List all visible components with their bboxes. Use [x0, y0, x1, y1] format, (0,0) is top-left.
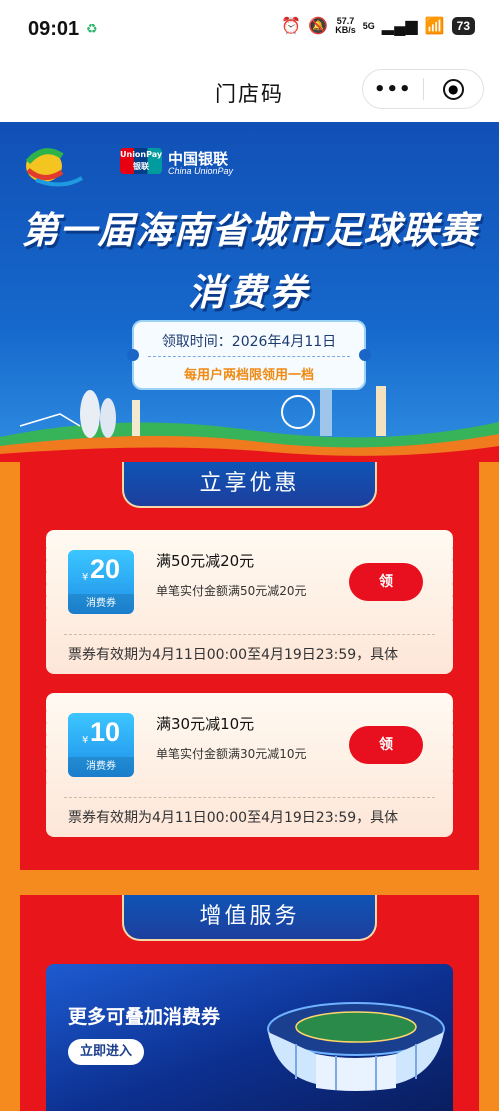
coupon-description: 单笔实付金额满30元减10元 — [156, 747, 307, 761]
claim-limit: 每用户两档限领用一档 — [183, 368, 314, 383]
unionpay-logo-line1: UnionPay — [120, 150, 162, 159]
offers-section-header: 立享优惠 — [122, 462, 377, 508]
status-bar: 09:01 ♻ ⏰ 🔕 57.7 KB/s 5G ▂▄▆ 📶 73 — [0, 0, 499, 60]
claim-button[interactable]: 领 — [349, 726, 423, 764]
claim-button[interactable]: 领 — [349, 563, 423, 601]
mini-program-capsule: ••• ● — [362, 69, 484, 109]
coupon-notch — [42, 693, 50, 789]
coupon-description: 单笔实付金额满50元减20元 — [156, 584, 307, 598]
coupon-badge: 消费券 — [68, 594, 134, 614]
more-coupons-card[interactable]: 更多可叠加消费券 立即进入 — [46, 964, 453, 1111]
coupon-title: 满50元减20元 — [156, 552, 255, 570]
banner-subtitle: 消费券 — [188, 270, 311, 314]
status-time: 09:01 — [28, 18, 80, 40]
service-card-title: 更多可叠加消费券 — [68, 1006, 221, 1028]
unionpay-en: China UnionPay — [168, 166, 234, 176]
claim-time: 领取时间：2026年4月11日 — [161, 334, 337, 350]
info-divider — [148, 356, 350, 357]
coupon-amount: 10 — [90, 717, 121, 747]
network-speed: 57.7 KB/s — [335, 17, 356, 35]
offers-panel: 立享优惠 ¥ 20 消费券 满50元减20元 单笔实付金额满50元减20元 领 … — [20, 462, 479, 870]
more-icon[interactable]: ••• — [363, 79, 423, 100]
signal-icon: ▂▄▆ — [381, 18, 418, 35]
speed-unit: KB/s — [335, 25, 356, 35]
battery-icon: 73 — [451, 17, 475, 35]
mute-icon: 🔕 — [308, 18, 329, 35]
coupon-ticket: ¥ 10 消费券 — [68, 713, 134, 777]
coupon-card: ¥ 10 消费券 满30元减10元 单笔实付金额满30元减10元 领 票券有效期… — [42, 693, 457, 837]
coupon-ticket: ¥ 20 消费券 — [68, 550, 134, 614]
coupon-badge: 消费券 — [68, 757, 134, 777]
coupon-notch — [449, 693, 457, 789]
wifi-icon: 📶 — [424, 18, 445, 35]
claim-info-box: 领取时间：2026年4月11日 每用户两档限领用一档 — [127, 320, 371, 390]
close-icon[interactable]: ● — [424, 78, 484, 100]
coupon-notch — [449, 530, 457, 626]
services-section-header: 增值服务 — [122, 895, 377, 941]
coupon-amount: 20 — [90, 554, 121, 584]
coupon-validity: 票券有效期为4月11日00:00至4月19日23:59，具体 — [68, 647, 399, 663]
coupon-notch — [42, 530, 50, 626]
promo-banner: UnionPay 银联 中国银联 China UnionPay 第一届海南省城市… — [0, 122, 499, 462]
coupon-card: ¥ 20 消费券 满50元减20元 单笔实付金额满50元减20元 领 票券有效期… — [42, 530, 457, 674]
network-type: 5G — [362, 20, 375, 31]
unionpay-logo-line2: 银联 — [133, 162, 149, 171]
services-panel: 增值服务 更多可叠加消费券 立即进入 — [20, 895, 479, 1111]
coupon-currency: ¥ — [82, 572, 89, 583]
coupon-divider — [64, 797, 435, 798]
coupon-divider — [64, 634, 435, 635]
alarm-icon: ⏰ — [281, 18, 302, 35]
title-bar: 门店码 ••• ● — [0, 60, 499, 122]
hainan-logo — [25, 148, 84, 187]
stadium-illustration — [267, 1002, 445, 1091]
enter-now-button[interactable]: 立即进入 — [68, 1039, 145, 1065]
banner-title: 第一届海南省城市足球联赛 — [21, 208, 478, 252]
status-icons: ⏰ 🔕 57.7 KB/s 5G ▂▄▆ 📶 73 — [281, 16, 475, 36]
coupon-currency: ¥ — [82, 735, 89, 746]
coupon-title: 满30元减10元 — [156, 715, 255, 733]
unionpay-logo: UnionPay 银联 — [120, 148, 162, 174]
recycle-icon: ♻ — [86, 22, 98, 37]
coupon-validity: 票券有效期为4月11日00:00至4月19日23:59，具体 — [68, 810, 399, 826]
city-skyline-illustration — [0, 386, 499, 462]
